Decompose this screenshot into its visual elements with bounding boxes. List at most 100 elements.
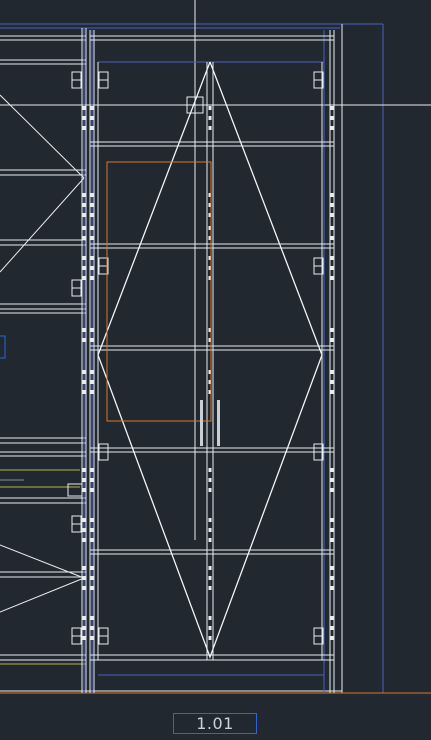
- shelf-pin-hole: [90, 626, 94, 630]
- tall-cabinet-frame: [89, 30, 335, 693]
- shelf-pin-hole: [208, 488, 212, 492]
- shelf-pin-hole: [82, 566, 86, 570]
- shelf-pin-hole: [330, 380, 334, 384]
- shelf-pin-hole: [208, 586, 212, 590]
- shelf-pin-hole: [330, 213, 334, 217]
- shelf-pin-hole: [90, 616, 94, 620]
- shelf-pin-hole: [208, 518, 212, 522]
- crosshair-cursor: [0, 0, 431, 540]
- shelf-pin-hole: [330, 126, 334, 130]
- shelf-pin-hole: [330, 226, 334, 230]
- shelf-pin-hole: [90, 256, 94, 260]
- shelf-pin-hole: [90, 488, 94, 492]
- shelf-pin-hole: [330, 116, 334, 120]
- shelf-pin-hole: [90, 276, 94, 280]
- shelf-pin-hole: [82, 266, 86, 270]
- left-cabinet: [0, 28, 87, 693]
- shelf-pin-hole: [90, 203, 94, 207]
- shelf-pin-hole: [330, 266, 334, 270]
- shelf-pin-hole: [90, 576, 94, 580]
- shelf-pin-hole: [330, 328, 334, 332]
- shelf-pin-hole: [330, 528, 334, 532]
- shelf-pin-hole: [82, 276, 86, 280]
- shelf-pin-hole: [90, 478, 94, 482]
- shelf-pin-hole: [82, 106, 86, 110]
- shelf-pin-hole: [90, 193, 94, 197]
- shelf-pin-hole: [208, 538, 212, 542]
- shelf-pin-hole: [330, 566, 334, 570]
- drawer-pull-icon: [67, 483, 83, 497]
- shelf-pin-hole: [82, 538, 86, 542]
- shelf-pin-hole: [330, 338, 334, 342]
- hinge-icon: [98, 443, 109, 461]
- shelf-pin-hole: [82, 256, 86, 260]
- shelf-pin-hole: [82, 380, 86, 384]
- hinge-icon: [71, 71, 82, 89]
- shelf-pin-hole: [82, 390, 86, 394]
- shelf-pin-hole: [90, 468, 94, 472]
- shelf-pin-hole: [330, 193, 334, 197]
- shelf-pin-hole: [330, 478, 334, 482]
- cad-drawing-canvas[interactable]: [0, 0, 431, 740]
- shelf-pin-hole: [208, 478, 212, 482]
- shelf-pin-hole: [82, 626, 86, 630]
- shelf-pin-hole: [90, 538, 94, 542]
- shelf-pin-hole: [330, 586, 334, 590]
- shelf-pin-hole: [90, 518, 94, 522]
- shelf-pin-hole: [90, 116, 94, 120]
- shelf-pin-hole: [330, 390, 334, 394]
- scale-label[interactable]: 1.01: [173, 713, 257, 734]
- hinge-icon: [71, 279, 82, 297]
- shelf-pin-hole: [330, 106, 334, 110]
- shelf-pin-hole: [330, 518, 334, 522]
- shelf-pin-hole: [90, 338, 94, 342]
- shelf-pin-hole: [82, 126, 86, 130]
- shelf-pin-hole: [208, 576, 212, 580]
- shelf-pin-hole: [330, 576, 334, 580]
- hinge-icon: [71, 627, 82, 645]
- outer-frame: [0, 23, 431, 694]
- shelf-pin-hole: [82, 370, 86, 374]
- shelf-pin-hole: [90, 106, 94, 110]
- shelf-pin-hole: [82, 576, 86, 580]
- shelf-pin-hole: [90, 566, 94, 570]
- shelf-pin-hole: [90, 390, 94, 394]
- shelf-pin-hole: [82, 226, 86, 230]
- shelf-pin-hole: [90, 586, 94, 590]
- shelf-pin-hole: [90, 636, 94, 640]
- shelf-pin-hole: [90, 380, 94, 384]
- shelf-pin-hole: [208, 616, 212, 620]
- shelf-pin-hole: [90, 328, 94, 332]
- shelf-pin-hole: [82, 213, 86, 217]
- shelf-pin-holes: [82, 106, 334, 640]
- shelf-pin-hole: [82, 468, 86, 472]
- shelf-pin-hole: [82, 528, 86, 532]
- shelf-pin-hole: [330, 256, 334, 260]
- left-hinge-column: [71, 71, 82, 645]
- hinge-icon: [98, 71, 109, 89]
- shelf-pin-hole: [82, 616, 86, 620]
- shelf-pin-hole: [90, 226, 94, 230]
- shelf-pin-hole: [330, 636, 334, 640]
- shelf-pin-hole: [82, 236, 86, 240]
- shelf-pin-hole: [208, 468, 212, 472]
- shelf-pin-hole: [90, 370, 94, 374]
- shelf-pin-hole: [82, 203, 86, 207]
- shelf-pin-hole: [208, 636, 212, 640]
- shelf-pin-hole: [330, 370, 334, 374]
- shelf-pin-hole: [90, 266, 94, 270]
- shelf-pin-hole: [330, 236, 334, 240]
- hinge-icon: [71, 515, 82, 533]
- shelf-pin-hole: [208, 528, 212, 532]
- shelf-pin-hole: [90, 236, 94, 240]
- shelf-pin-hole: [90, 528, 94, 532]
- shelf-pin-hole: [82, 636, 86, 640]
- shelf-pin-hole: [82, 116, 86, 120]
- shelf-pin-hole: [82, 488, 86, 492]
- shelf-pin-hole: [90, 126, 94, 130]
- shelf-pin-hole: [330, 488, 334, 492]
- shelf-pin-hole: [208, 566, 212, 570]
- shelf-pin-hole: [208, 626, 212, 630]
- shelf-pin-hole: [82, 328, 86, 332]
- shelf-pin-hole: [208, 126, 212, 130]
